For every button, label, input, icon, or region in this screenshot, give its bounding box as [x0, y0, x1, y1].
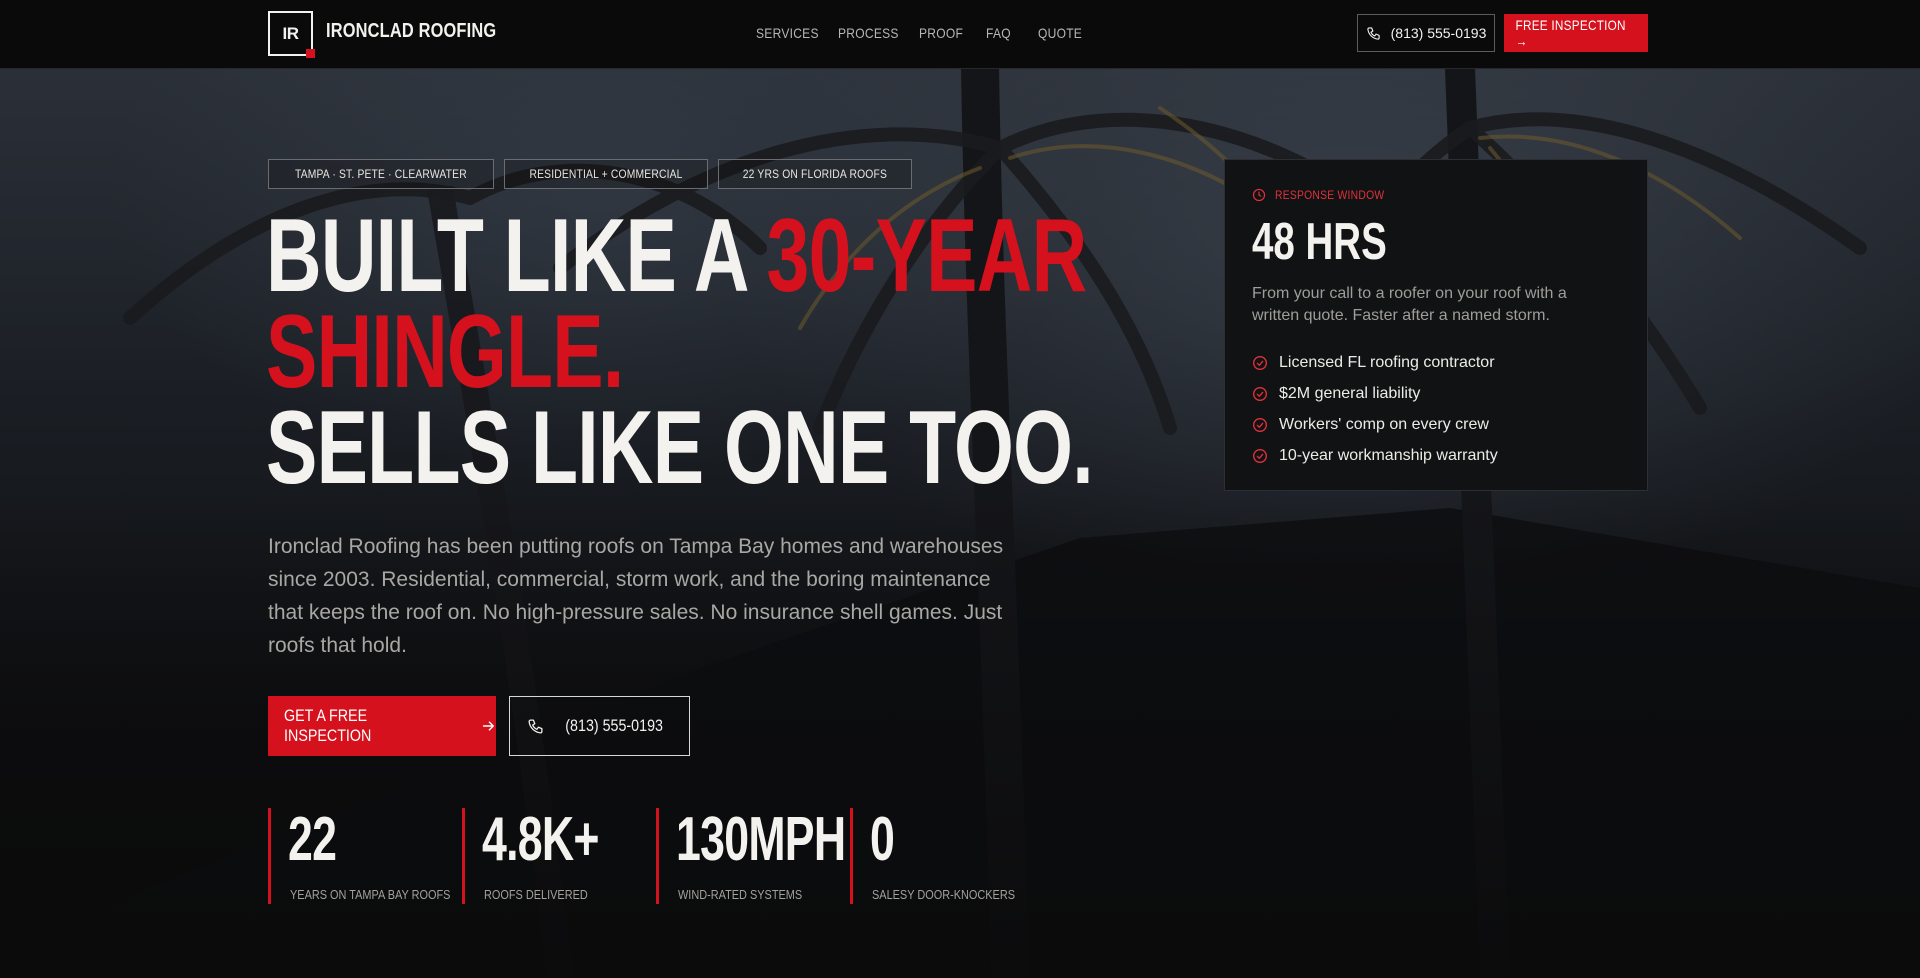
logo-mark[interactable]: IR [268, 11, 315, 58]
stat-value: 130MPH [676, 805, 846, 874]
credential-item: Workers' comp on every crew [1252, 409, 1620, 440]
phone-icon [528, 718, 543, 734]
nav-cta-label: FREE INSPECTION → [1515, 17, 1626, 49]
nav-free-inspection-button[interactable]: FREE INSPECTION → [1504, 14, 1648, 52]
stat-label: WIND-RATED SYSTEMS [678, 887, 803, 902]
tag-experience: 22 YRS ON FLORIDA ROOFS [717, 159, 912, 189]
credential-item: Licensed FL roofing contractor [1252, 347, 1620, 378]
hero-description: Ironclad Roofing has been putting roofs … [268, 535, 1004, 657]
credential-item: 10-year workmanship warranty [1252, 440, 1620, 471]
check-circle-icon [1253, 448, 1267, 463]
card-eyebrow: RESPONSE WINDOW [1252, 188, 1620, 202]
phone-icon [1366, 26, 1380, 40]
credential-label: $2M general liability [1279, 384, 1421, 402]
stat-years: 22 YEARS ON TAMPA BAY ROOFS [268, 808, 462, 904]
check-circle-icon [1253, 417, 1267, 432]
check-circle-icon [1253, 355, 1267, 370]
response-window-card: RESPONSE WINDOW 48 HRS From your call to… [1224, 159, 1648, 491]
arrow-right-icon [482, 721, 494, 731]
response-time-value: 48 HRS [1252, 213, 1387, 271]
tag-location: TAMPA · ST. PETE · CLEARWATER [268, 159, 494, 189]
credentials-list: Licensed FL roofing contractor $2M gener… [1252, 347, 1620, 471]
logo-initials: IR [282, 23, 300, 43]
credential-label: Licensed FL roofing contractor [1279, 353, 1495, 371]
top-nav: IR IRONCLAD ROOFING SERVICES PROCESS PRO… [0, 0, 1920, 69]
check-circle-icon [1253, 386, 1267, 401]
get-free-inspection-button[interactable]: GET A FREE INSPECTION [268, 696, 496, 756]
primary-cta-label: GET A FREE INSPECTION [284, 706, 372, 745]
nav-link-services[interactable]: SERVICES [756, 25, 827, 41]
brand-name[interactable]: IRONCLAD ROOFING [326, 20, 496, 43]
secondary-cta-label: (813) 555-0193 [565, 716, 663, 735]
hero-stats: 22 YEARS ON TAMPA BAY ROOFS 4.8K+ ROOFS … [268, 808, 1044, 904]
card-description: From your call to a roofer on your roof … [1252, 285, 1567, 324]
stat-label: ROOFS DELIVERED [484, 887, 588, 902]
stat-value: 4.8K+ [482, 805, 599, 874]
tag-segments: RESIDENTIAL + COMMERCIAL [503, 159, 708, 189]
credential-label: 10-year workmanship warranty [1279, 446, 1498, 464]
call-phone-button[interactable]: (813) 555-0193 [509, 696, 690, 756]
nav-link-process[interactable]: PROCESS [838, 25, 908, 41]
stat-value: 22 [288, 805, 337, 874]
credential-label: Workers' comp on every crew [1279, 415, 1489, 433]
hero-tags: TAMPA · ST. PETE · CLEARWATER RESIDENTIA… [268, 159, 912, 189]
stat-roofs: 4.8K+ ROOFS DELIVERED [462, 808, 656, 904]
nav-link-quote[interactable]: QUOTE [1038, 25, 1090, 41]
logo-accent-square [306, 49, 315, 58]
stat-door-knockers: 0 SALESY DOOR-KNOCKERS [850, 808, 1044, 904]
headline-line-1: BUILT LIKE A 30-YEAR [266, 198, 1087, 314]
nav-phone-button[interactable]: (813) 555-0193 [1357, 14, 1495, 52]
headline-line-3: SELLS LIKE ONE TOO. [266, 390, 1094, 506]
credential-item: $2M general liability [1252, 378, 1620, 409]
nav-link-faq[interactable]: FAQ [986, 25, 1031, 41]
nav-links: SERVICES PROCESS PROOF FAQ QUOTE [756, 25, 1098, 41]
stat-label: YEARS ON TAMPA BAY ROOFS [290, 887, 451, 902]
nav-phone-number: (813) 555-0193 [1390, 25, 1487, 41]
clock-icon [1252, 188, 1266, 202]
stat-wind: 130MPH WIND-RATED SYSTEMS [656, 808, 850, 904]
nav-link-proof[interactable]: PROOF [919, 25, 977, 41]
headline-line-2: SHINGLE. [266, 294, 624, 410]
card-eyebrow-label: RESPONSE WINDOW [1275, 188, 1385, 202]
stat-label: SALESY DOOR-KNOCKERS [872, 887, 1016, 902]
stat-value: 0 [870, 805, 895, 874]
hero-headline: BUILT LIKE A 30-YEAR SHINGLE. SELLS LIKE… [266, 198, 1094, 506]
